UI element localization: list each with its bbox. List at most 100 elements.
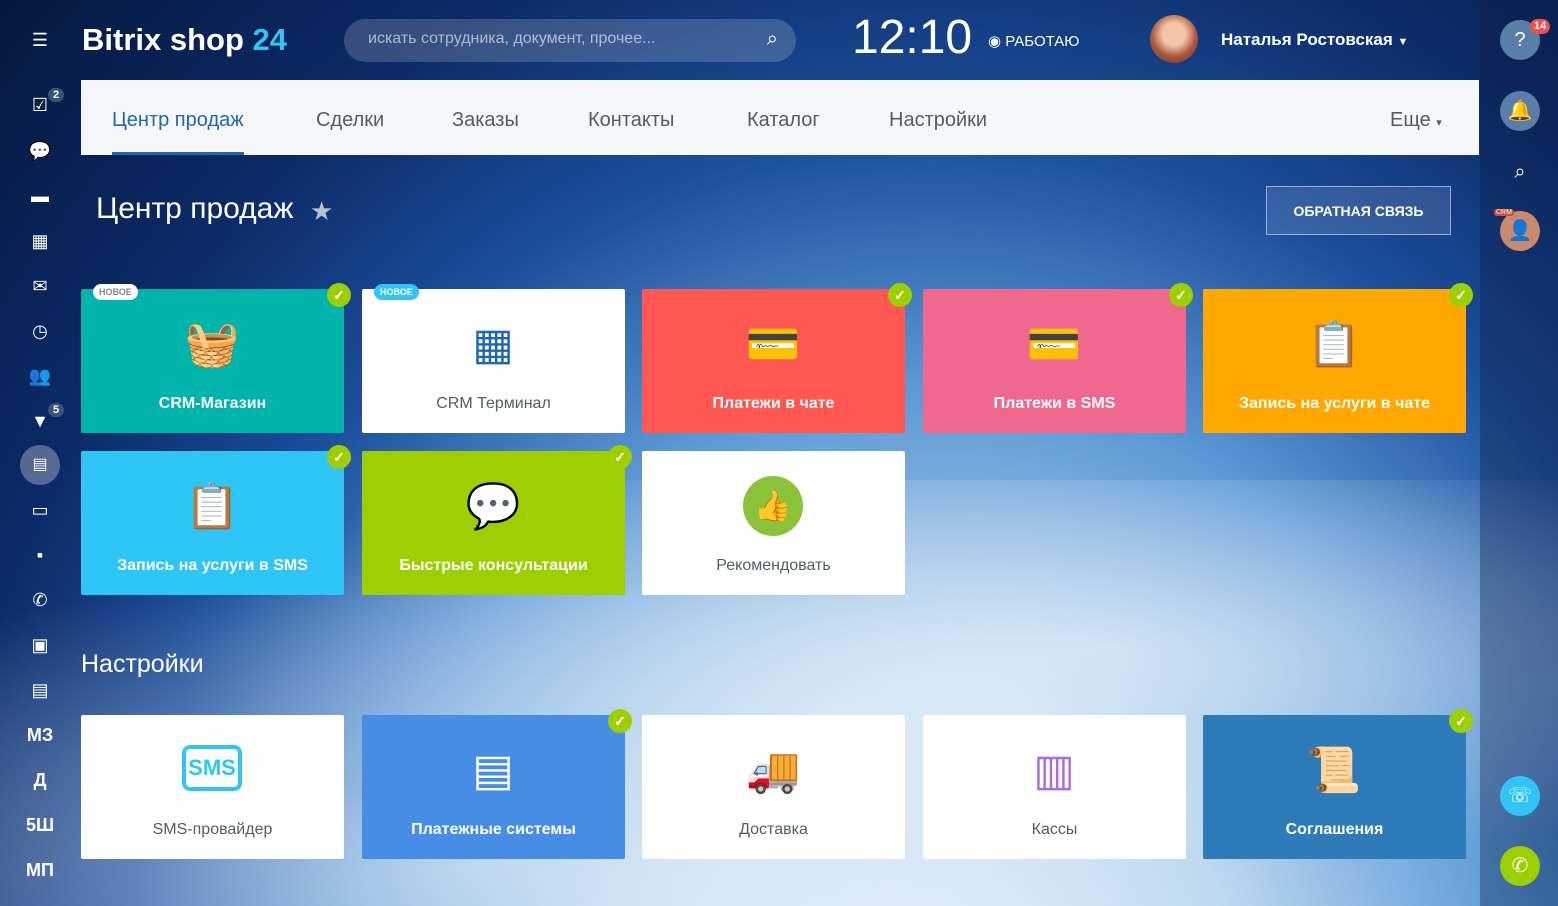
crm-contact-avatar[interactable]: 👤 — [1500, 211, 1540, 251]
phone-call-icon[interactable]: ✆ — [1500, 846, 1540, 886]
terminal-icon: ▦ — [472, 319, 514, 369]
check-icon: ✓ — [608, 445, 632, 469]
tab-bar: Центр продаж Сделки Заказы Контакты Ката… — [81, 80, 1479, 155]
feedback-button[interactable]: ОБРАТНАЯ СВЯЗЬ — [1266, 186, 1451, 235]
sales-center-icon[interactable]: ▤ — [20, 445, 60, 485]
tab-sales-center[interactable]: Центр продаж — [112, 109, 244, 155]
check-icon: ✓ — [608, 709, 632, 733]
tile-sms-payment[interactable]: 💳 Платежи в SMS ✓ — [923, 283, 1193, 433]
search-placeholder: искать сотрудника, документ, прочее... — [368, 30, 656, 47]
tile-label: CRM Терминал — [436, 395, 551, 412]
apps-icon[interactable]: ▪ — [28, 543, 52, 567]
menu-icon[interactable]: ☰ — [28, 28, 52, 52]
logo-number: 24 — [252, 22, 288, 57]
crm-badge: 5 — [48, 403, 65, 417]
logo-text: Bitrix shop — [82, 22, 244, 57]
tab-more-label: Еще — [1390, 109, 1431, 131]
chat-payment-icon: 💳 — [745, 320, 801, 369]
status-label: РАБОТАЮ — [1005, 33, 1080, 50]
help-badge: 14 — [1530, 19, 1551, 34]
tile-label: Платежи в чате — [712, 395, 835, 412]
document-icon[interactable]: ▤ — [28, 678, 52, 702]
tile-chat[interactable]: 💬 Быстрые консультации ✓ — [362, 445, 632, 595]
tile-chat-booking[interactable]: 📋 Запись на услуги в чате ✓ — [1203, 283, 1473, 433]
sidebar-item-5sh[interactable]: 5Ш — [0, 815, 80, 836]
chevron-down-icon: ▾ — [1436, 117, 1442, 129]
sidebar-item-d[interactable]: Д — [0, 770, 80, 791]
thumbs-up-icon: 👍 — [743, 476, 803, 536]
tile-label: Соглашения — [1285, 821, 1384, 838]
check-icon: ✓ — [327, 445, 351, 469]
tab-deals[interactable]: Сделки — [316, 109, 384, 132]
favorite-star-icon[interactable]: ★ — [310, 196, 333, 227]
sms-payment-icon: 💳 — [1026, 320, 1082, 369]
tile-label: Платежные системы — [411, 821, 576, 838]
check-icon: ✓ — [327, 283, 351, 307]
user-menu[interactable]: Наталья Ростовская ▼ — [1221, 30, 1408, 50]
phone-icon[interactable]: ✆ — [28, 588, 52, 612]
tab-more[interactable]: Еще ▾ — [1390, 109, 1442, 132]
drive-icon[interactable]: ▬ — [28, 184, 52, 208]
tile-truck[interactable]: 🚚 Доставка — [642, 715, 905, 859]
cash-register-icon: ▥ — [1033, 745, 1075, 795]
crm-label: CRM — [1494, 209, 1514, 216]
chat-support-icon[interactable]: ☏ — [1500, 776, 1540, 816]
sms-booking-icon: 📋 — [184, 482, 240, 531]
truck-icon: 🚚 — [745, 746, 801, 795]
tile-chat-payment[interactable]: 💳 Платежи в чате ✓ — [642, 283, 912, 433]
search-icon[interactable]: ⌕ — [1500, 152, 1540, 192]
sites-icon[interactable]: ▭ — [28, 498, 52, 522]
avatar[interactable] — [1150, 15, 1198, 63]
check-icon: ✓ — [888, 283, 912, 307]
tile-label: Запись на услуги в SMS — [117, 557, 308, 574]
check-icon: ✓ — [1169, 283, 1193, 307]
tab-settings[interactable]: Настройки — [889, 109, 987, 132]
tile-label: CRM-Магазин — [158, 395, 267, 412]
user-name: Наталья Ростовская — [1221, 30, 1393, 49]
check-icon: ✓ — [1449, 709, 1473, 733]
tile-agreement[interactable]: 📜 Соглашения ✓ — [1203, 709, 1473, 859]
sidebar-item-mz[interactable]: МЗ — [0, 725, 80, 746]
payment-systems-icon: ▤ — [472, 745, 514, 795]
groups-icon[interactable]: 👥 — [28, 364, 52, 388]
calendar-icon[interactable]: ▦ — [28, 229, 52, 253]
tile-sms-booking[interactable]: 📋 Запись на услуги в SMS ✓ — [81, 445, 351, 595]
mail-icon[interactable]: ✉ — [28, 274, 52, 298]
tab-catalog[interactable]: Каталог — [747, 109, 820, 132]
tile-cash-register[interactable]: ▥ Кассы — [923, 715, 1186, 859]
logo[interactable]: Bitrix shop 24 — [82, 22, 287, 58]
tile-label: Кассы — [1031, 821, 1078, 838]
sidebar-item-mp[interactable]: МП — [0, 860, 80, 881]
status-icon: ◉ — [988, 33, 1002, 50]
contact-card-icon[interactable]: ▣ — [28, 633, 52, 657]
chat-booking-icon: 📋 — [1306, 320, 1362, 369]
tab-orders[interactable]: Заказы — [452, 109, 519, 132]
basket-icon: 🧺 — [184, 320, 240, 369]
chat-icon: 💬 — [465, 482, 521, 531]
tile-label: Доставка — [739, 821, 808, 838]
settings-section-title: Настройки — [81, 650, 204, 678]
tile-basket[interactable]: 🧺 CRM-Магазин ✓ НОВОЕ — [81, 283, 351, 433]
check-icon: ✓ — [1449, 283, 1473, 307]
chevron-down-icon: ▼ — [1397, 36, 1409, 48]
work-status-button[interactable]: ◉ РАБОТАЮ — [988, 32, 1079, 50]
tile-sms[interactable]: SMS SMS-провайдер — [81, 715, 344, 859]
tile-payment-systems[interactable]: ▤ Платежные системы ✓ — [362, 709, 632, 859]
chat-icon[interactable]: 💬 — [28, 139, 52, 163]
left-sidebar: ☰ ☑ 2 💬 ▬ ▦ ✉ ◷ 👥 ▼ 5 ▤ ▭ ▪ ✆ ▣ ▤ МЗ Д 5… — [0, 0, 80, 906]
agreement-icon: 📜 — [1306, 746, 1362, 795]
tile-label: Быстрые консультации — [399, 557, 588, 574]
tasks-badge: 2 — [48, 88, 65, 102]
search-input[interactable]: искать сотрудника, документ, прочее... ⌕ — [344, 19, 796, 62]
notifications-bell-icon[interactable]: 🔔 — [1500, 91, 1540, 131]
tile-thumbs-up[interactable]: 👍 Рекомендовать — [642, 451, 905, 595]
tile-terminal[interactable]: ▦ CRM Терминал НОВОЕ — [362, 284, 625, 433]
right-panel: ? 14 🔔 ⌕ 👤 CRM ☏ ✆ — [1480, 0, 1558, 906]
tile-label: Рекомендовать — [716, 557, 831, 574]
sms-icon: SMS — [182, 745, 242, 791]
new-badge: НОВОЕ — [374, 284, 419, 300]
tab-contacts[interactable]: Контакты — [588, 109, 674, 132]
clock: 12:10 — [852, 11, 973, 64]
search-icon[interactable]: ⌕ — [767, 28, 778, 51]
clock-icon[interactable]: ◷ — [28, 319, 52, 343]
